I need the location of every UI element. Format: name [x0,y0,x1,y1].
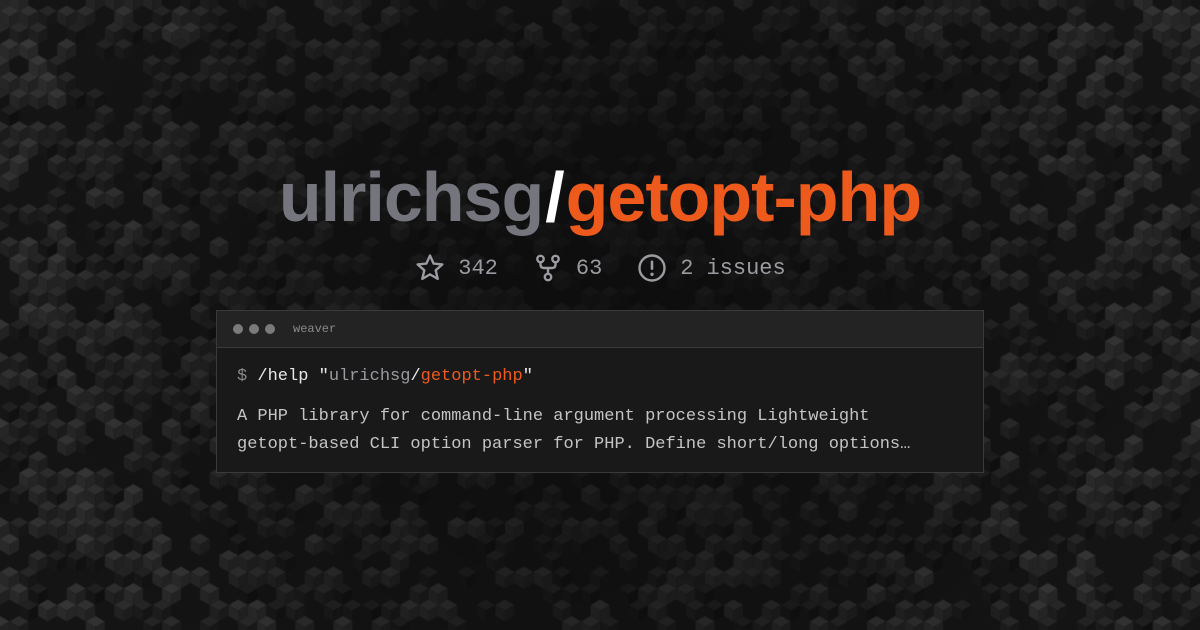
repo-owner: ulrichsg [278,158,544,236]
stars-stat: 342 [414,252,498,284]
terminal-window: weaver $ /help "ulrichsg/getopt-php" A P… [216,310,984,473]
open-quote: " [318,367,329,386]
window-dot-icon [249,324,259,334]
fork-icon [532,252,564,284]
issues-label: issues [706,255,786,281]
close-quote: " [522,367,533,386]
window-dot-icon [265,324,275,334]
star-icon [414,252,446,284]
command-repo-owner: ulrichsg [328,367,411,386]
terminal-command: /help [257,367,309,386]
forks-stat: 63 [532,252,602,284]
description-line: A PHP library for command-line argument … [237,407,870,426]
issue-icon [636,252,668,284]
issues-count: 2 [680,255,694,281]
description-line: getopt-based CLI option parser for PHP. … [237,435,911,454]
command-repo-name: getopt-php [420,367,523,386]
terminal-titlebar: weaver [217,311,983,348]
repo-description: A PHP library for command-line argument … [237,403,963,459]
repo-stats: 342 63 2 issues [0,252,1200,284]
repo-name: getopt-php [565,158,922,236]
command-repo-separator: / [410,367,421,386]
terminal-body: $ /help "ulrichsg/getopt-php" A PHP libr… [217,348,983,459]
terminal-prompt: $ [237,367,248,386]
window-dot-icon [233,324,243,334]
terminal-title: weaver [293,322,337,336]
stars-count: 342 [458,255,498,281]
terminal-command-line: $ /help "ulrichsg/getopt-php" [237,367,963,387]
forks-count: 63 [575,255,603,281]
repo-separator: / [545,158,564,236]
issues-stat: 2 issues [636,252,786,284]
repo-title: ulrichsg/getopt-php [0,155,1200,239]
